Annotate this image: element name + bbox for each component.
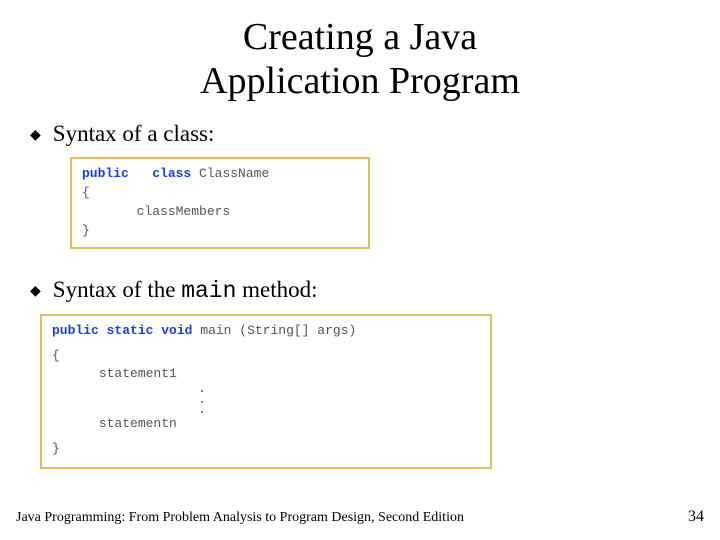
keyword-class: class xyxy=(152,166,191,181)
code-line: statement1 xyxy=(52,365,480,384)
slide: Creating a Java Application Program ◆ Sy… xyxy=(0,0,720,540)
code-box-main: public static void main (String[] args) … xyxy=(40,314,492,469)
code-line: { xyxy=(82,184,358,203)
keyword-public: public xyxy=(52,323,99,338)
code-box-class: public class ClassName { classMembers } xyxy=(70,157,370,248)
title-line-1: Creating a Java xyxy=(243,16,477,58)
bullet-item-1: ◆ Syntax of a class: xyxy=(30,121,692,147)
code-line: public static void main (String[] args) xyxy=(52,322,480,341)
bullet-text-1: Syntax of a class: xyxy=(53,121,215,147)
code-line: statementn xyxy=(52,415,480,434)
slide-title: Creating a Java Application Program xyxy=(28,16,692,103)
stmt1: statement1 xyxy=(99,366,177,381)
code-classname: ClassName xyxy=(199,166,269,181)
bullet-text-2: Syntax of the main method: xyxy=(53,277,318,304)
title-line-2: Application Program xyxy=(200,60,520,102)
bullet-2-code: main xyxy=(181,278,236,304)
code-line: public class ClassName xyxy=(82,165,358,184)
code-sig: main (String[] args) xyxy=(192,323,356,338)
diamond-icon: ◆ xyxy=(30,127,41,144)
keyword-void: void xyxy=(161,323,192,338)
code-members: classMembers xyxy=(137,204,231,219)
code-line: classMembers xyxy=(82,203,358,222)
code-line: } xyxy=(52,440,480,459)
diamond-icon: ◆ xyxy=(30,283,41,300)
bullet-2-post: method: xyxy=(236,277,317,302)
footer: Java Programming: From Problem Analysis … xyxy=(16,508,704,526)
footer-text: Java Programming: From Problem Analysis … xyxy=(16,510,464,526)
keyword-public: public xyxy=(82,166,129,181)
stmtn: statementn xyxy=(99,416,177,431)
ellipsis-dot: . xyxy=(192,405,212,415)
code-line: } xyxy=(82,222,358,241)
keyword-static: static xyxy=(107,323,154,338)
page-number: 34 xyxy=(688,508,704,526)
bullet-item-2: ◆ Syntax of the main method: xyxy=(30,277,692,304)
code-line: { xyxy=(52,347,480,366)
bullet-2-pre: Syntax of the xyxy=(53,277,181,302)
